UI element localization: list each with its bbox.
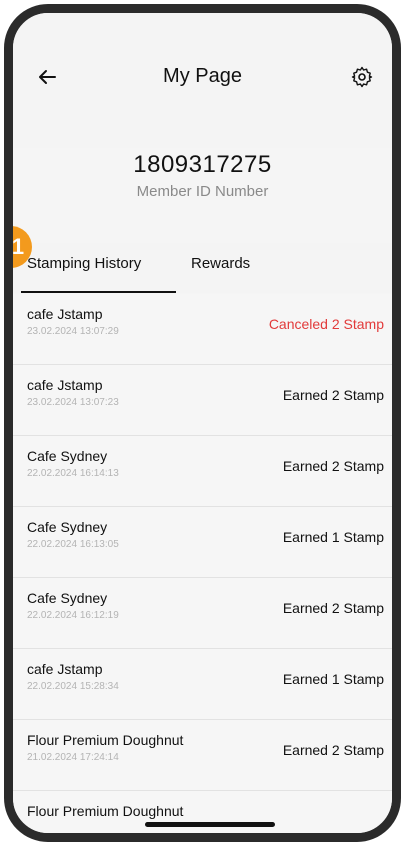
tab-stamping-history[interactable]: Stamping History: [27, 255, 141, 272]
phone-frame: My Page 1809317275 Member ID Number 1 St…: [4, 4, 401, 842]
list-item[interactable]: cafe Jstamp 23.02.2024 13:07:29 Canceled…: [13, 294, 392, 365]
settings-button[interactable]: [350, 65, 374, 89]
member-id-label: Member ID Number: [136, 183, 269, 200]
store-name: Flour Premium Doughnut: [27, 732, 184, 748]
stamp-timestamp: 22.02.2024 16:13:05: [27, 539, 119, 550]
header: My Page: [13, 13, 392, 148]
home-indicator[interactable]: [145, 822, 275, 827]
stamp-timestamp: 23.02.2024 13:07:23: [27, 397, 119, 408]
page-title: My Page: [163, 65, 242, 87]
my-page-screen: My Page 1809317275 Member ID Number 1 St…: [13, 13, 392, 833]
list-item[interactable]: cafe Jstamp 22.02.2024 15:28:34 Earned 1…: [13, 649, 392, 720]
stamp-status: Earned 2 Stamp: [282, 458, 384, 474]
stamp-status: Earned 2 Stamp: [282, 742, 384, 758]
store-name: Cafe Sydney: [27, 448, 108, 464]
list-item[interactable]: cafe Jstamp 23.02.2024 13:07:23 Earned 2…: [13, 365, 392, 436]
stamping-history-list: cafe Jstamp 23.02.2024 13:07:29 Canceled…: [13, 294, 392, 833]
store-name: cafe Jstamp: [27, 377, 103, 393]
stamp-status: Canceled 2 Stamp: [268, 316, 384, 332]
store-name: cafe Jstamp: [27, 661, 103, 677]
list-item[interactable]: Cafe Sydney 22.02.2024 16:13:05 Earned 1…: [13, 507, 392, 578]
store-name: Cafe Sydney: [27, 519, 108, 535]
active-tab-indicator: [21, 291, 176, 293]
stamp-status: Earned 2 Stamp: [282, 387, 384, 403]
member-id-number: 1809317275: [133, 151, 272, 178]
store-name: Cafe Sydney: [27, 590, 108, 606]
store-name: cafe Jstamp: [27, 306, 103, 322]
list-item[interactable]: Flour Premium Doughnut: [13, 791, 392, 833]
gear-icon: [351, 66, 373, 88]
list-item[interactable]: Flour Premium Doughnut 21.02.2024 17:24:…: [13, 720, 392, 791]
stamp-status: Earned 1 Stamp: [282, 671, 384, 687]
stamp-timestamp: 22.02.2024 15:28:34: [27, 681, 119, 692]
store-name: Flour Premium Doughnut: [27, 803, 184, 819]
list-item[interactable]: Cafe Sydney 22.02.2024 16:14:13 Earned 2…: [13, 436, 392, 507]
stamp-status: Earned 2 Stamp: [282, 600, 384, 616]
history-tabs: Stamping History Rewards: [13, 243, 392, 293]
stamp-status: Earned 1 Stamp: [282, 529, 384, 545]
tab-rewards[interactable]: Rewards: [191, 255, 250, 272]
stamp-timestamp: 22.02.2024 16:14:13: [27, 468, 119, 479]
stamp-timestamp: 21.02.2024 17:24:14: [27, 752, 119, 763]
list-item[interactable]: Cafe Sydney 22.02.2024 16:12:19 Earned 2…: [13, 578, 392, 649]
stamp-timestamp: 22.02.2024 16:12:19: [27, 610, 119, 621]
stamp-timestamp: 23.02.2024 13:07:29: [27, 326, 119, 337]
